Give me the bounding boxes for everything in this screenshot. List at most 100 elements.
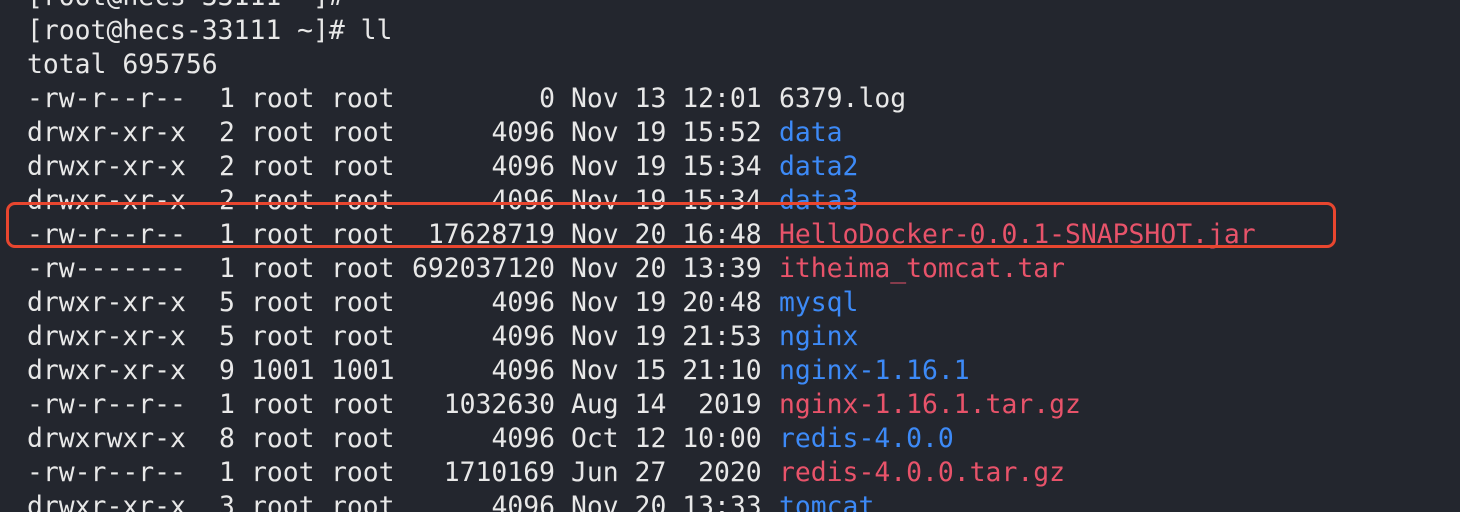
modified-date: Nov 19 15:34 xyxy=(571,151,762,182)
file-name[interactable]: nginx xyxy=(779,320,858,354)
file-name[interactable]: nginx-1.16.1 xyxy=(779,354,970,388)
partial-prompt-line: [root@hecs-33111 ~]# xyxy=(27,0,1256,14)
file-entry-row: -rw-r--r-- 1 root root 0 Nov 13 12:01 6379.log xyxy=(27,82,1256,116)
permissions: drwxr-xr-x xyxy=(27,491,186,512)
link-count: 1 xyxy=(219,219,235,250)
terminal-output: [root@hecs-33111 ~]# [root@hecs-33111 ~]… xyxy=(27,0,1256,512)
modified-date: Nov 13 12:01 xyxy=(571,83,762,114)
file-size: 692037120 xyxy=(412,253,555,284)
permissions: drwxr-xr-x xyxy=(27,185,186,216)
file-size: 4096 xyxy=(491,117,555,148)
group: root xyxy=(331,287,395,318)
link-count: 2 xyxy=(219,185,235,216)
owner: root xyxy=(251,321,315,352)
link-count: 1 xyxy=(219,253,235,284)
modified-date: Oct 12 10:00 xyxy=(571,423,762,454)
group: root xyxy=(331,219,395,250)
file-entry-row: -rw-r--r-- 1 root root 1710169 Jun 27 2020 red… xyxy=(27,456,1256,490)
permissions: drwxr-xr-x xyxy=(27,321,186,352)
modified-date: Nov 20 13:39 xyxy=(571,253,762,284)
permissions: -rw-r--r-- xyxy=(27,83,186,114)
file-entry-row: -rw-r--r-- 1 root root 17628719 Nov 20 16:48 H… xyxy=(27,218,1256,252)
modified-date: Nov 15 21:10 xyxy=(571,355,762,386)
total-line: total 695756 xyxy=(27,49,218,80)
file-size: 4096 xyxy=(491,321,555,352)
file-entry-row: drwxrwxr-x 8 root root 4096 Oct 12 10:00 redis… xyxy=(27,422,1256,456)
file-name[interactable]: tomcat xyxy=(779,490,874,512)
file-entry-row: drwxr-xr-x 2 root root 4096 Nov 19 15:52 data xyxy=(27,116,1256,150)
group: root xyxy=(331,491,395,512)
link-count: 1 xyxy=(219,457,235,488)
file-size: 1710169 xyxy=(443,457,555,488)
group: root xyxy=(331,321,395,352)
file-size: 0 xyxy=(539,83,555,114)
owner: root xyxy=(251,457,315,488)
group: root xyxy=(331,151,395,182)
terminal-window[interactable]: [root@hecs-33111 ~]# [root@hecs-33111 ~]… xyxy=(0,0,1460,512)
permissions: -rw-r--r-- xyxy=(27,389,186,420)
group: root xyxy=(331,185,395,216)
file-entry-row: -rw-r--r-- 1 root root 1032630 Aug 14 2019 ngi… xyxy=(27,388,1256,422)
file-name[interactable]: itheima_tomcat.tar xyxy=(779,252,1065,286)
modified-date: Nov 20 16:48 xyxy=(571,219,762,250)
group: root xyxy=(331,423,395,454)
group: root xyxy=(331,389,395,420)
link-count: 2 xyxy=(219,151,235,182)
permissions: -rw-r--r-- xyxy=(27,457,186,488)
permissions: -rw------- xyxy=(27,253,186,284)
file-name[interactable]: data2 xyxy=(779,150,858,184)
file-name[interactable]: redis-4.0.0 xyxy=(779,422,954,456)
file-name[interactable]: 6379.log xyxy=(779,82,906,116)
file-entry-row: drwxr-xr-x 5 root root 4096 Nov 19 21:53 nginx xyxy=(27,320,1256,354)
group: root xyxy=(331,117,395,148)
link-count: 1 xyxy=(219,389,235,420)
file-entry-row: drwxr-xr-x 2 root root 4096 Nov 19 15:34 data3 xyxy=(27,184,1256,218)
link-count: 5 xyxy=(219,287,235,318)
owner: root xyxy=(251,423,315,454)
owner: root xyxy=(251,287,315,318)
owner: 1001 xyxy=(251,355,315,386)
file-name[interactable]: HelloDocker-0.0.1-SNAPSHOT.jar xyxy=(779,218,1256,252)
file-entry-row: -rw------- 1 root root 692037120 Nov 20 13:39… xyxy=(27,252,1256,286)
owner: root xyxy=(251,185,315,216)
owner: root xyxy=(251,117,315,148)
link-count: 1 xyxy=(219,83,235,114)
group: root xyxy=(331,253,395,284)
file-entry-row: drwxr-xr-x 5 root root 4096 Nov 19 20:48 mysql xyxy=(27,286,1256,320)
modified-date: Nov 19 21:53 xyxy=(571,321,762,352)
file-name[interactable]: redis-4.0.0.tar.gz xyxy=(779,456,1065,490)
modified-date: Nov 19 15:52 xyxy=(571,117,762,148)
permissions: drwxrwxr-x xyxy=(27,423,186,454)
command-prompt-line: [root@hecs-33111 ~]# ll xyxy=(27,15,393,46)
link-count: 5 xyxy=(219,321,235,352)
modified-date: Nov 19 20:48 xyxy=(571,287,762,318)
file-size: 4096 xyxy=(491,491,555,512)
owner: root xyxy=(251,389,315,420)
file-size: 1032630 xyxy=(443,389,555,420)
permissions: drwxr-xr-x xyxy=(27,355,186,386)
owner: root xyxy=(251,491,315,512)
owner: root xyxy=(251,219,315,250)
permissions: drwxr-xr-x xyxy=(27,287,186,318)
permissions: drwxr-xr-x xyxy=(27,117,186,148)
link-count: 2 xyxy=(219,117,235,148)
file-entry-row: drwxr-xr-x 3 root root 4096 Nov 20 13:33 tomca… xyxy=(27,490,1256,512)
modified-date: Jun 27 2020 xyxy=(571,457,762,488)
file-name[interactable]: data3 xyxy=(779,184,858,218)
file-name[interactable]: data xyxy=(779,116,843,150)
permissions: drwxr-xr-x xyxy=(27,151,186,182)
modified-date: Aug 14 2019 xyxy=(571,389,762,420)
owner: root xyxy=(251,83,315,114)
modified-date: Nov 19 15:34 xyxy=(571,185,762,216)
file-name[interactable]: nginx-1.16.1.tar.gz xyxy=(779,388,1081,422)
group: root xyxy=(331,457,395,488)
group: 1001 xyxy=(331,355,395,386)
file-name[interactable]: mysql xyxy=(779,286,858,320)
file-size: 4096 xyxy=(491,423,555,454)
group: root xyxy=(331,83,395,114)
file-size: 4096 xyxy=(491,287,555,318)
modified-date: Nov 20 13:33 xyxy=(571,491,762,512)
link-count: 3 xyxy=(219,491,235,512)
owner: root xyxy=(251,151,315,182)
link-count: 9 xyxy=(219,355,235,386)
